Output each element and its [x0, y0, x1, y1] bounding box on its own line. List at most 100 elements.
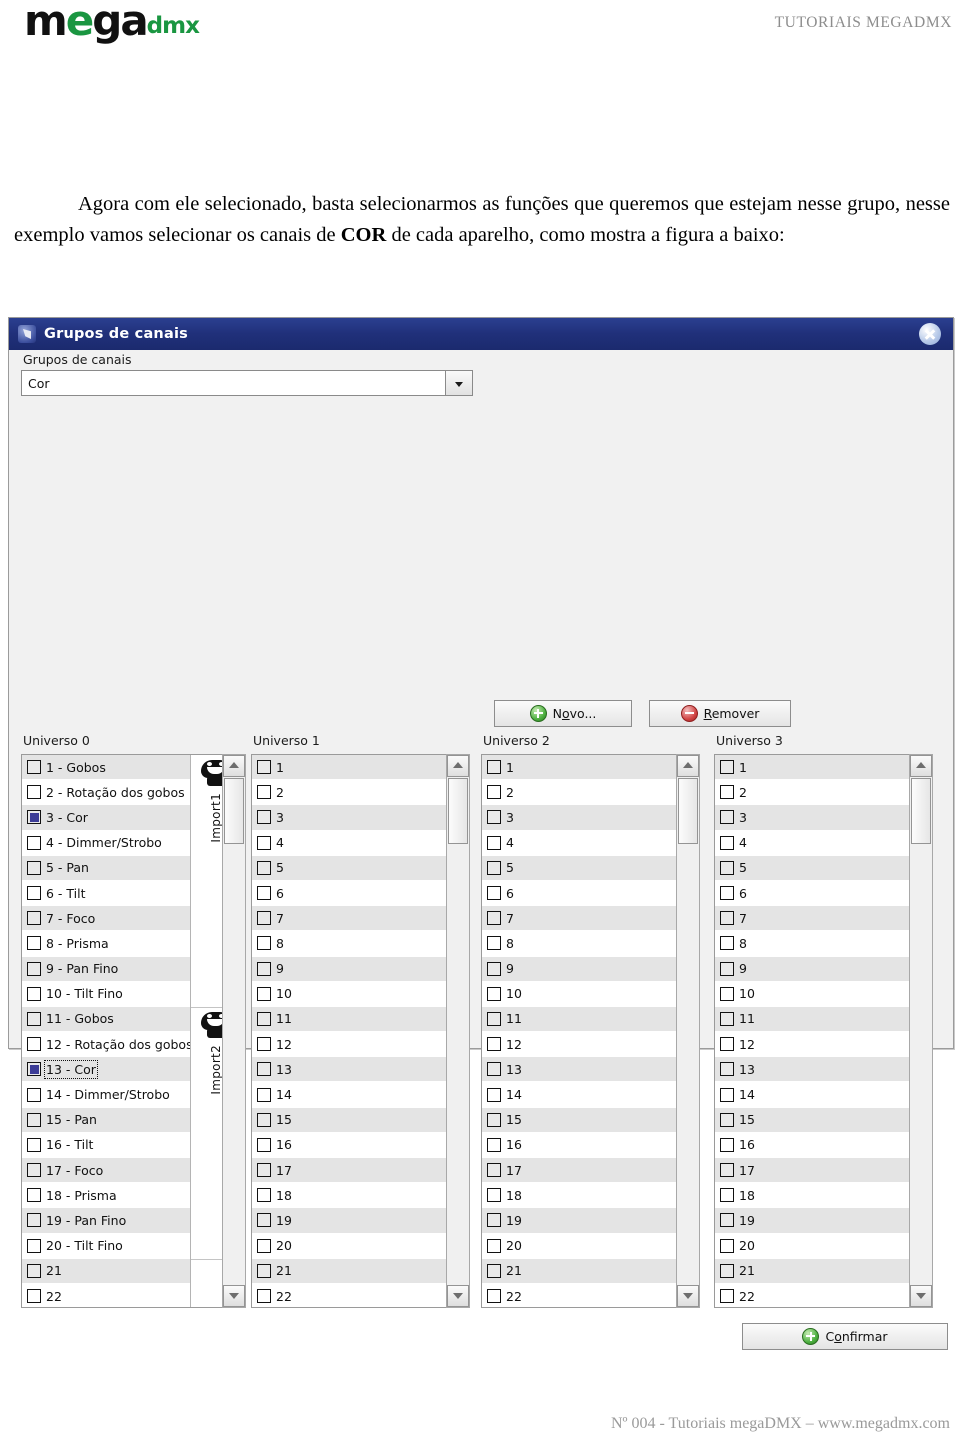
channel-row[interactable]: 21 [715, 1258, 911, 1284]
checkbox-icon[interactable] [257, 1213, 271, 1228]
channel-row[interactable]: 2 - Rotação dos gobos [22, 780, 190, 806]
checkbox-icon[interactable] [487, 961, 501, 976]
channel-list-2[interactable]: 1 2 3 4 5 6 7 8 9 10 11 12 13 14 15 16 17 18 19 20 21 22 [482, 755, 678, 1307]
checkbox-icon[interactable] [487, 1011, 501, 1026]
checkbox-icon[interactable] [720, 1037, 734, 1052]
checkbox-icon[interactable] [27, 760, 41, 775]
checkbox-icon[interactable] [257, 860, 271, 875]
checkbox-icon[interactable] [27, 860, 41, 875]
channel-list-1[interactable]: 1 2 3 4 5 6 7 8 9 10 11 12 13 14 15 16 17 18 19 20 21 22 [252, 755, 448, 1307]
channel-row[interactable]: 1 - Gobos [22, 755, 190, 781]
checkbox-icon[interactable] [27, 1289, 41, 1304]
checkbox-icon[interactable] [487, 1263, 501, 1278]
channel-row[interactable]: 18 [715, 1183, 911, 1209]
vertical-scrollbar-0[interactable] [222, 754, 246, 1308]
checkbox-icon[interactable] [487, 911, 501, 926]
checkbox-icon[interactable] [720, 1087, 734, 1102]
channel-row[interactable]: 9 [252, 956, 448, 982]
channel-row[interactable]: 10 [482, 981, 678, 1007]
channel-row[interactable]: 13 [715, 1057, 911, 1083]
checkbox-icon[interactable] [27, 961, 41, 976]
checkbox-icon[interactable] [720, 1188, 734, 1203]
channel-row[interactable]: 5 [252, 855, 448, 881]
checkbox-icon[interactable] [487, 936, 501, 951]
channel-row[interactable]: 5 [482, 855, 678, 881]
checkbox-icon[interactable] [720, 835, 734, 850]
channel-row[interactable]: 21 [22, 1258, 190, 1284]
channel-row[interactable]: 3 [252, 805, 448, 831]
scroll-down-arrow-icon[interactable] [447, 1285, 469, 1307]
checkbox-icon[interactable] [257, 1188, 271, 1203]
checkbox-icon[interactable] [487, 785, 501, 800]
channel-row[interactable]: 16 [482, 1132, 678, 1158]
checkbox-icon[interactable] [257, 1289, 271, 1304]
channel-row[interactable]: 6 [715, 880, 911, 907]
channel-row[interactable]: 6 [482, 880, 678, 907]
checkbox-icon[interactable] [487, 1087, 501, 1102]
channel-row[interactable]: 12 [252, 1032, 448, 1058]
channel-row[interactable]: 20 [715, 1233, 911, 1259]
channel-row[interactable]: 16 [715, 1132, 911, 1158]
channel-row[interactable]: 15 - Pan [22, 1107, 190, 1133]
channel-row[interactable]: 19 - Pan Fino [22, 1208, 190, 1234]
channel-row[interactable]: 17 [482, 1158, 678, 1184]
channel-row[interactable]: 9 - Pan Fino [22, 956, 190, 982]
channel-row[interactable]: 3 [715, 805, 911, 831]
channel-row[interactable]: 19 [715, 1208, 911, 1234]
channel-row[interactable]: 10 - Tilt Fino [22, 981, 190, 1007]
channel-row[interactable]: 9 [715, 956, 911, 982]
novo-button[interactable]: Novo... [494, 700, 632, 727]
scroll-up-arrow-icon[interactable] [677, 755, 699, 777]
channel-row[interactable]: 21 [482, 1258, 678, 1284]
channel-row[interactable]: 10 [252, 981, 448, 1007]
channel-row[interactable]: 14 - Dimmer/Strobo [22, 1082, 190, 1108]
checkbox-icon[interactable] [257, 1087, 271, 1102]
checkbox-icon[interactable] [27, 1238, 41, 1253]
channel-row[interactable]: 9 [482, 956, 678, 982]
channel-row[interactable]: 20 - Tilt Fino [22, 1233, 190, 1259]
channel-row[interactable]: 4 [482, 830, 678, 856]
channel-row[interactable]: 22 [715, 1283, 911, 1307]
checkbox-icon[interactable] [720, 785, 734, 800]
checkbox-icon[interactable] [487, 986, 501, 1001]
checkbox-icon[interactable] [720, 1112, 734, 1127]
checkbox-icon[interactable] [257, 1112, 271, 1127]
scroll-up-arrow-icon[interactable] [910, 755, 932, 777]
checkbox-icon[interactable] [720, 911, 734, 926]
channel-row[interactable]: 14 [482, 1082, 678, 1108]
checkbox-icon[interactable] [27, 1188, 41, 1203]
channel-row[interactable]: 16 [252, 1132, 448, 1158]
remover-button[interactable]: Remover [649, 700, 791, 727]
checkbox-icon[interactable] [720, 1263, 734, 1278]
scroll-up-arrow-icon[interactable] [447, 755, 469, 777]
checkbox-icon[interactable] [720, 1213, 734, 1228]
checkbox-icon[interactable] [27, 1263, 41, 1278]
checkbox-icon[interactable] [27, 986, 41, 1001]
checkbox-icon[interactable] [27, 936, 41, 951]
vertical-scrollbar-1[interactable] [446, 754, 470, 1308]
channel-row[interactable]: 12 - Rotação dos gobos [22, 1032, 190, 1058]
channel-row[interactable]: 14 [252, 1082, 448, 1108]
checkbox-icon[interactable] [257, 1238, 271, 1253]
vertical-scrollbar-2[interactable] [676, 754, 700, 1308]
checkbox-icon[interactable] [487, 1112, 501, 1127]
checkbox-icon[interactable] [257, 986, 271, 1001]
scroll-down-arrow-icon[interactable] [677, 1285, 699, 1307]
checkbox-icon[interactable] [487, 1163, 501, 1178]
checkbox-icon[interactable] [487, 1289, 501, 1304]
channel-row[interactable]: 4 [252, 830, 448, 856]
channel-row[interactable]: 11 - Gobos [22, 1006, 190, 1033]
channel-row[interactable]: 5 [715, 855, 911, 881]
checkbox-icon[interactable] [487, 1213, 501, 1228]
channel-row[interactable]: 15 [482, 1107, 678, 1133]
checkbox-checked-icon[interactable] [27, 810, 41, 825]
channel-row[interactable]: 18 - Prisma [22, 1183, 190, 1209]
channel-row[interactable]: 1 [252, 755, 448, 781]
checkbox-icon[interactable] [487, 860, 501, 875]
channel-row[interactable]: 21 [252, 1258, 448, 1284]
channel-row[interactable]: 7 - Foco [22, 906, 190, 932]
checkbox-icon[interactable] [27, 1163, 41, 1178]
channel-row[interactable]: 1 [482, 755, 678, 781]
channel-row[interactable]: 19 [252, 1208, 448, 1234]
checkbox-icon[interactable] [720, 961, 734, 976]
